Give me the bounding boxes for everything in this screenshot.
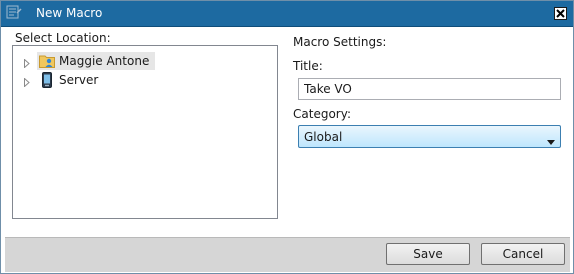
location-tree[interactable]: Maggie Antone Server: [12, 45, 278, 219]
title-input[interactable]: [298, 78, 561, 100]
dialog-footer: Save Cancel: [5, 237, 570, 272]
close-icon: [556, 9, 565, 18]
macro-settings-heading: Macro Settings:: [293, 35, 387, 49]
close-button[interactable]: [554, 7, 567, 20]
tree-item-label: Maggie Antone: [59, 54, 150, 68]
macro-icon: [6, 4, 22, 20]
tree-item-label: Server: [59, 73, 99, 87]
window-title: New Macro: [36, 6, 103, 20]
title-bar: New Macro: [1, 1, 573, 27]
expand-arrow-icon[interactable]: [23, 57, 31, 69]
category-select[interactable]: Global: [298, 125, 561, 148]
user-folder-icon: [39, 53, 55, 69]
dropdown-arrow-icon: [547, 134, 555, 148]
save-button[interactable]: Save: [386, 243, 470, 265]
select-location-label: Select Location:: [15, 31, 111, 45]
tree-item-content[interactable]: Maggie Antone: [37, 52, 155, 70]
category-selected-value: Global: [304, 130, 343, 144]
expand-arrow-icon[interactable]: [23, 76, 31, 88]
tree-item-content[interactable]: Server: [37, 71, 110, 89]
title-label: Title:: [293, 59, 323, 73]
server-device-icon: [39, 72, 55, 88]
cancel-button[interactable]: Cancel: [481, 243, 565, 265]
category-label: Category:: [293, 107, 351, 121]
new-macro-dialog: New Macro Select Location: Maggie Antone…: [0, 0, 574, 274]
